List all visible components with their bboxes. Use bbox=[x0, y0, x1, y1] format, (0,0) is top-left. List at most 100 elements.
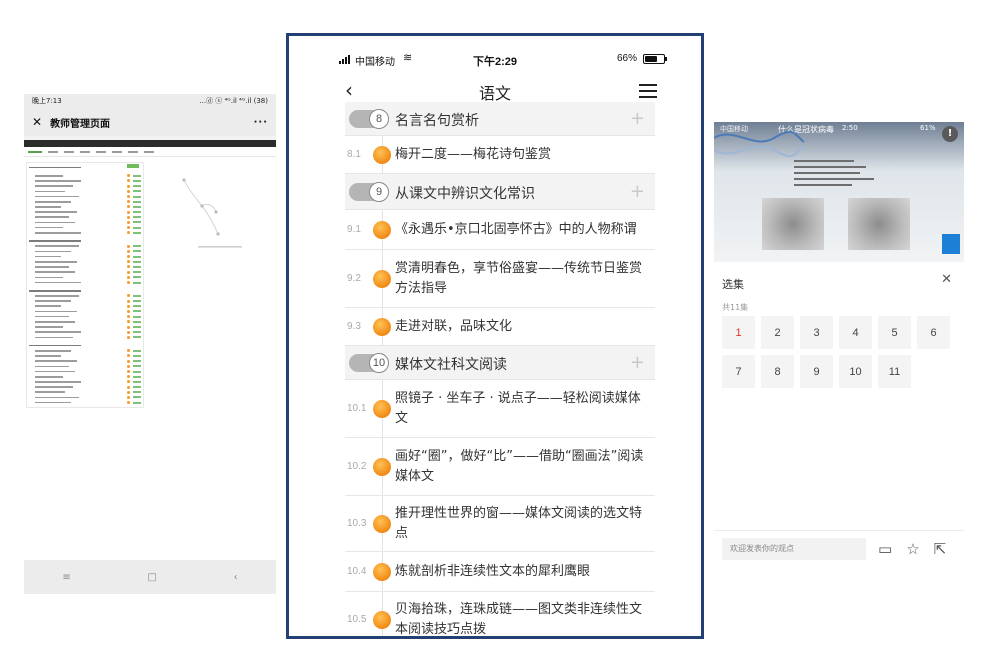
section-title: 推开理性世界的窗——媒体文阅读的选文特点 bbox=[395, 506, 643, 541]
section-row[interactable]: 10.3 推开理性世界的窗——媒体文阅读的选文特点 bbox=[345, 496, 655, 552]
episode-button[interactable]: 4 bbox=[839, 316, 872, 349]
menu-icon[interactable]: ≡ bbox=[62, 572, 70, 583]
share-icon[interactable]: ⇱ bbox=[934, 540, 947, 558]
video-player[interactable]: 中国移动 什么是冠状病毒 2:50 61% ! bbox=[714, 122, 964, 262]
episode-button[interactable]: 3 bbox=[800, 316, 833, 349]
episode-button[interactable]: 7 bbox=[722, 355, 755, 388]
episode-button[interactable]: 2 bbox=[761, 316, 794, 349]
chapter-number: 10 bbox=[369, 353, 389, 373]
chapter-row[interactable]: 9 从课文中辨识文化常识 + bbox=[345, 174, 655, 210]
info-icon[interactable]: ! bbox=[942, 126, 958, 142]
system-nav-bar: ≡ □ ‹ bbox=[24, 560, 276, 594]
episode-grid: 1 2 3 4 5 6 7 8 9 10 11 bbox=[722, 316, 958, 388]
section-number: 10.5 bbox=[347, 614, 367, 625]
chapter-toggle[interactable]: 9 bbox=[349, 182, 389, 202]
embedded-webpage bbox=[24, 140, 276, 594]
comment-input[interactable]: 欢迎发表你的观点 bbox=[722, 538, 866, 560]
microscope-image bbox=[762, 198, 824, 250]
close-icon[interactable]: ✕ bbox=[32, 115, 42, 129]
battery-percent: 66% bbox=[616, 53, 637, 64]
section-status-dot bbox=[373, 563, 391, 581]
section-status-dot bbox=[373, 611, 391, 629]
comment-icon[interactable]: ▭ bbox=[878, 540, 892, 558]
chapter-list: 8 名言名句赏析 +8.1 梅开二度——梅花诗句鉴赏 9 从课文中辨识文化常识 +9.1 《永… bbox=[345, 102, 655, 637]
dna-helix-icon bbox=[714, 130, 804, 158]
course-outline-list bbox=[26, 162, 144, 409]
section-number: 10.4 bbox=[347, 566, 367, 577]
add-button[interactable] bbox=[127, 164, 139, 168]
more-icon[interactable]: ··· bbox=[254, 117, 268, 128]
expand-plus-icon[interactable]: + bbox=[630, 181, 645, 202]
section-number: 10.1 bbox=[347, 403, 367, 414]
chapter-title: 从课文中辨识文化常识 bbox=[395, 186, 535, 202]
section-number: 9.1 bbox=[347, 224, 361, 235]
nav-bar: ✕ 教师管理页面 ··· bbox=[24, 108, 276, 136]
webpage-subnav bbox=[24, 147, 276, 157]
status-time: 下午2:29 bbox=[472, 56, 518, 68]
section-status-dot bbox=[373, 515, 391, 533]
chinese-course-phone: 中国移动 ≋ 下午2:29 66% ‹ 语文 8 名言名句赏析 +8.1 梅开二度——… bbox=[286, 33, 704, 639]
action-icons: ▭ ☆ ⇱ bbox=[878, 540, 946, 558]
app-badge bbox=[942, 234, 960, 254]
section-number: 8.1 bbox=[347, 149, 361, 160]
section-row[interactable]: 10.1 照镜子 · 坐车子 · 说点子——轻松阅读媒体文 bbox=[345, 380, 655, 438]
section-status-dot bbox=[373, 270, 391, 288]
episode-button[interactable]: 5 bbox=[878, 316, 911, 349]
section-row[interactable]: 9.2 赏清明春色，享节俗盛宴——传统节日鉴赏方法指导 bbox=[345, 250, 655, 308]
status-bar: 中国移动 ≋ 下午2:29 66% bbox=[289, 36, 701, 72]
section-row[interactable]: 10.4 炼就剖析非连续性文本的犀利鹰眼 bbox=[345, 552, 655, 592]
webpage-topbar bbox=[24, 140, 276, 147]
home-icon[interactable]: □ bbox=[147, 572, 156, 583]
video-battery: 61% bbox=[920, 124, 936, 132]
section-number: 10.2 bbox=[347, 461, 367, 472]
divider bbox=[714, 530, 964, 531]
outline-row bbox=[29, 400, 141, 405]
section-number: 9.2 bbox=[347, 273, 361, 284]
section-status-dot bbox=[373, 146, 391, 164]
episode-button[interactable]: 8 bbox=[761, 355, 794, 388]
section-title: 画好“圈”，做好“比”——借助“圈画法”阅读媒体文 bbox=[395, 449, 644, 484]
status-time: 晚上7:13 bbox=[32, 97, 62, 105]
menu-icon[interactable] bbox=[639, 84, 657, 102]
video-time: 2:50 bbox=[842, 124, 858, 132]
section-title: 走进对联，品味文化 bbox=[395, 319, 513, 334]
episode-button[interactable]: 6 bbox=[917, 316, 950, 349]
section-number: 10.3 bbox=[347, 518, 367, 529]
chapter-number: 9 bbox=[369, 182, 389, 202]
status-icons: ...ⓓ ⓢ ⁴ᴳ.il ⁴ᴳ.il (38) bbox=[199, 97, 268, 105]
section-title: 贝海拾珠，连珠成链——图文类非连续性文本阅读技巧点拨 bbox=[395, 602, 643, 637]
close-icon[interactable]: ✕ bbox=[941, 272, 952, 287]
chapter-toggle[interactable]: 8 bbox=[349, 109, 389, 129]
section-row[interactable]: 8.1 梅开二度——梅花诗句鉴赏 bbox=[345, 136, 655, 174]
section-title: 炼就剖析非连续性文本的犀利鹰眼 bbox=[395, 564, 591, 579]
favorite-icon[interactable]: ☆ bbox=[906, 540, 919, 558]
video-player-phone: 中国移动 什么是冠状病毒 2:50 61% ! 选集 ✕ 共11集 123456… bbox=[714, 122, 964, 578]
relation-graph bbox=[182, 178, 242, 248]
expand-plus-icon[interactable]: + bbox=[630, 352, 645, 373]
chapter-row[interactable]: 10 媒体文社科文阅读 + bbox=[345, 346, 655, 380]
microscope-image bbox=[848, 198, 910, 250]
section-title: 《永遇乐•京口北固亭怀古》中的人物称谓 bbox=[395, 222, 637, 237]
episode-section-label: 选集 bbox=[722, 278, 744, 291]
section-status-dot bbox=[373, 221, 391, 239]
section-title: 赏清明春色，享节俗盛宴——传统节日鉴赏方法指导 bbox=[395, 261, 643, 296]
status-bar: 晚上7:13 ...ⓓ ⓢ ⁴ᴳ.il ⁴ᴳ.il (38) bbox=[24, 94, 276, 108]
episode-button[interactable]: 9 bbox=[800, 355, 833, 388]
section-row[interactable]: 9.1 《永遇乐•京口北固亭怀古》中的人物称谓 bbox=[345, 210, 655, 250]
page-title: 教师管理页面 bbox=[50, 118, 111, 130]
section-row[interactable]: 9.3 走进对联，品味文化 bbox=[345, 308, 655, 346]
expand-plus-icon[interactable]: + bbox=[630, 108, 645, 129]
section-status-dot bbox=[373, 458, 391, 476]
chapter-row[interactable]: 8 名言名句赏析 + bbox=[345, 102, 655, 136]
episode-button[interactable]: 1 bbox=[722, 316, 755, 349]
chapter-toggle[interactable]: 10 bbox=[349, 353, 389, 373]
episode-button[interactable]: 11 bbox=[878, 355, 911, 388]
chapter-number: 8 bbox=[369, 109, 389, 129]
section-status-dot bbox=[373, 318, 391, 336]
episode-count: 共11集 bbox=[722, 303, 749, 312]
section-row[interactable]: 10.5 贝海拾珠，连珠成链——图文类非连续性文本阅读技巧点拨 bbox=[345, 592, 655, 637]
section-row[interactable]: 10.2 画好“圈”，做好“比”——借助“圈画法”阅读媒体文 bbox=[345, 438, 655, 496]
battery-icon bbox=[643, 54, 667, 64]
episode-button[interactable]: 10 bbox=[839, 355, 872, 388]
back-icon[interactable]: ‹ bbox=[234, 572, 238, 583]
